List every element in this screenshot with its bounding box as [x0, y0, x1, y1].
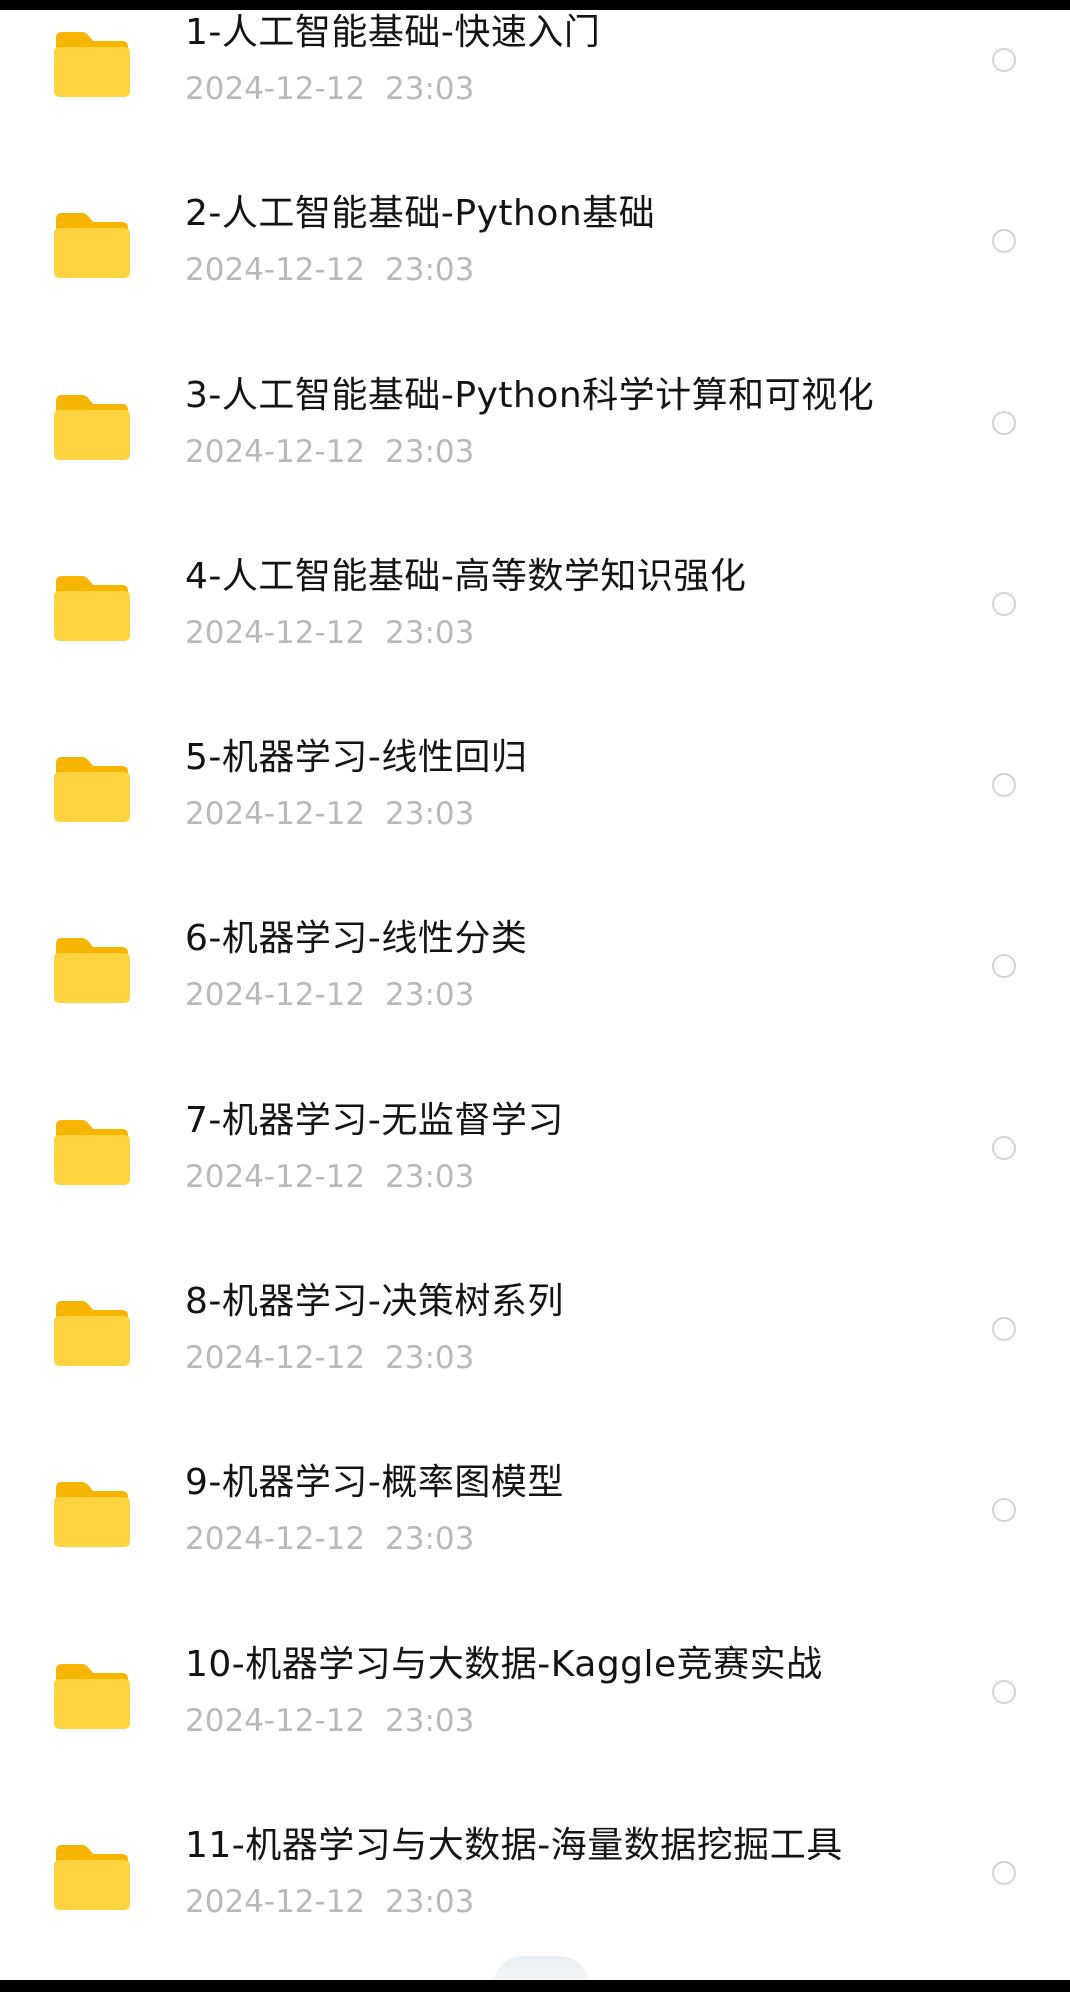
folder-name: 8-机器学习-决策树系列 [185, 1281, 564, 1323]
folder-row[interactable]: 3-人工智能基础-Python科学计算和可视化 2024-12-12 23:03 [0, 353, 1070, 534]
folder-icon [52, 1844, 132, 1911]
folder-icon [52, 575, 132, 642]
folder-row[interactable]: 9-机器学习-概率图模型 2024-12-12 23:03 [0, 1440, 1070, 1621]
folder-row[interactable]: 10-机器学习与大数据-Kaggle竞赛实战 2024-12-12 23:03 [0, 1622, 1070, 1803]
radio-unchecked-icon[interactable] [992, 591, 1016, 616]
folder-row[interactable]: 6-机器学习-线性分类 2024-12-12 23:03 [0, 896, 1070, 1077]
folder-icon [52, 394, 132, 461]
folder-name: 9-机器学习-概率图模型 [185, 1462, 564, 1504]
folder-row[interactable]: 4-人工智能基础-高等数学知识强化 2024-12-12 23:03 [0, 534, 1070, 715]
folder-modified-time: 2024-12-12 23:03 [185, 1702, 475, 1739]
folder-icon [52, 213, 132, 279]
folder-name: 5-机器学习-线性回归 [185, 737, 528, 779]
folder-row[interactable]: 5-机器学习-线性回归 2024-12-12 23:03 [0, 715, 1070, 896]
folder-name: 2-人工智能基础-Python基础 [185, 193, 656, 235]
folder-modified-time: 2024-12-12 23:03 [185, 1883, 475, 1920]
radio-unchecked-icon[interactable] [992, 1135, 1016, 1160]
radio-unchecked-icon[interactable] [992, 1317, 1016, 1342]
folder-modified-time: 2024-12-12 23:03 [185, 252, 475, 289]
folder-row[interactable]: 2-人工智能基础-Python基础 2024-12-12 23:03 [0, 171, 1070, 352]
radio-unchecked-icon[interactable] [992, 229, 1016, 254]
folder-name: 3-人工智能基础-Python科学计算和可视化 [185, 374, 875, 416]
folder-row[interactable]: 11-机器学习与大数据-海量数据挖掘工具 2024-12-12 23:03 [0, 1803, 1070, 1980]
folder-modified-time: 2024-12-12 23:03 [185, 1521, 475, 1558]
file-browser-screen: 1-人工智能基础-快速入门 2024-12-12 23:03 2-人工智能基础-… [0, 10, 1070, 1980]
radio-unchecked-icon[interactable] [992, 954, 1016, 979]
folder-icon [52, 1119, 132, 1186]
folder-modified-time: 2024-12-12 23:03 [185, 71, 475, 107]
radio-unchecked-icon[interactable] [992, 48, 1016, 72]
folder-modified-time: 2024-12-12 23:03 [185, 1158, 475, 1195]
folder-name: 4-人工智能基础-高等数学知识强化 [185, 555, 747, 597]
file-list: 1-人工智能基础-快速入门 2024-12-12 23:03 2-人工智能基础-… [0, 10, 1070, 1980]
folder-modified-time: 2024-12-12 23:03 [185, 796, 475, 833]
folder-name: 1-人工智能基础-快速入门 [185, 12, 601, 53]
radio-unchecked-icon[interactable] [992, 1679, 1016, 1704]
folder-name: 10-机器学习与大数据-Kaggle竞赛实战 [185, 1643, 823, 1685]
folder-icon [52, 1663, 132, 1730]
folder-name: 11-机器学习与大数据-海量数据挖掘工具 [185, 1824, 843, 1866]
folder-modified-time: 2024-12-12 23:03 [185, 614, 475, 651]
folder-icon [52, 1482, 132, 1548]
folder-row[interactable]: 8-机器学习-决策树系列 2024-12-12 23:03 [0, 1259, 1070, 1440]
folder-name: 7-机器学习-无监督学习 [185, 1099, 564, 1141]
folder-modified-time: 2024-12-12 23:03 [185, 977, 475, 1014]
radio-unchecked-icon[interactable] [992, 773, 1016, 798]
folder-icon [52, 938, 132, 1004]
radio-unchecked-icon[interactable] [992, 1498, 1016, 1523]
radio-unchecked-icon[interactable] [992, 410, 1016, 435]
folder-row[interactable]: 1-人工智能基础-快速入门 2024-12-12 23:03 [0, 10, 1070, 171]
folder-icon [52, 1301, 132, 1367]
folder-name: 6-机器学习-线性分类 [185, 918, 528, 960]
folder-icon [52, 32, 132, 98]
folder-row[interactable]: 7-机器学习-无监督学习 2024-12-12 23:03 [0, 1078, 1070, 1259]
folder-icon [52, 757, 132, 823]
folder-modified-time: 2024-12-12 23:03 [185, 433, 475, 470]
radio-unchecked-icon[interactable] [992, 1860, 1016, 1885]
folder-modified-time: 2024-12-12 23:03 [185, 1340, 475, 1377]
bottom-pull-handle[interactable] [493, 1956, 589, 1980]
